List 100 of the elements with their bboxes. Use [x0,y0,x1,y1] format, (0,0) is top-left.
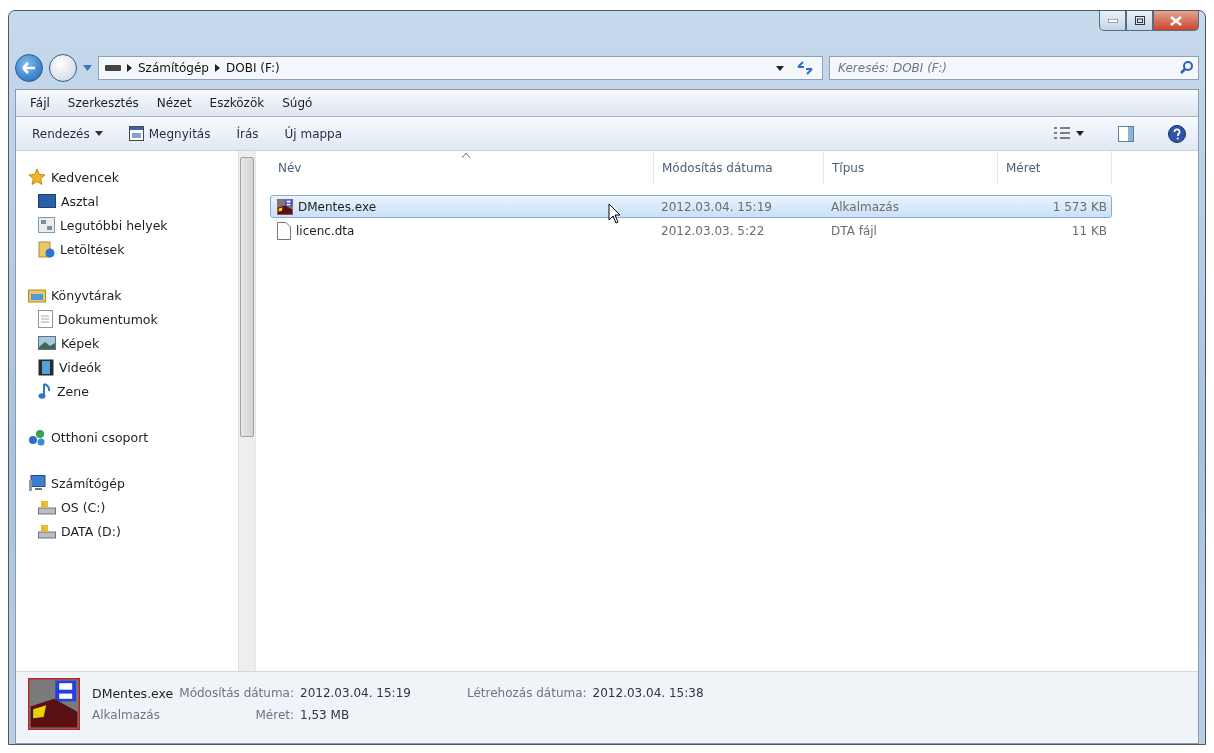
drive-icon [105,65,121,71]
minimize-button[interactable] [1099,11,1126,31]
file-name: DMentes.exe [92,685,174,701]
file-name: DMentes.exe [298,199,377,214]
pane-icon [1118,125,1134,142]
detail-label: Módosítás dátuma: [179,686,294,700]
library-folder-icon [28,287,46,303]
film-icon [38,358,54,376]
document-icon [38,310,53,328]
detail-value: 2012.03.04. 15:19 [300,686,411,700]
nav-label: OS (C:) [61,499,106,515]
search-icon[interactable] [1180,61,1193,74]
nav-label: DATA (D:) [61,523,121,539]
chevron-icon [127,64,132,72]
menu-item[interactable]: Súgó [282,96,313,110]
mouse-pointer-icon [608,203,622,225]
arrow-left-icon [22,62,36,74]
help-icon [1168,124,1186,143]
chevron-icon [214,64,220,72]
nav-item[interactable]: Zene [28,379,238,403]
nav-item[interactable]: DATA (D:) [28,519,238,543]
menu-item[interactable]: Szerkesztés [67,96,139,110]
nav-item[interactable]: Otthoni csoport [28,425,238,449]
computer-icon [28,474,46,492]
drive-icon [38,499,56,515]
maximize-button[interactable] [1126,11,1153,31]
download-folder-icon [38,240,55,258]
toolbar-button[interactable]: Új mappa [284,124,343,143]
type-cell-text: Alkalmazás [830,198,900,216]
minimize-icon [1107,18,1118,23]
nav-label: Kedvencek [51,169,119,185]
detail-label: Létrehozás dátuma: [466,686,587,700]
sort-caret-icon [461,153,470,158]
file-row[interactable]: DMentes.exe 2012.03.04. 15:19 Alkalmazás 1 573 KB [270,195,1112,218]
address-bar[interactable]: Számítógép DOBI (F:) [98,56,823,80]
nav-label: Számítógép [51,475,125,491]
back-button[interactable] [15,54,43,82]
file-row[interactable]: licenc.dta 2012.03.03. 5:22 DTA fájl 11 KB [270,219,1112,242]
nav-item[interactable]: Legutóbbi helyek [28,213,238,237]
file-name: licenc.dta [296,223,355,238]
breadcrumb[interactable]: DOBI (F:) [225,61,280,75]
type-cell-text: DTA fájl [830,222,878,240]
nav-label: Otthoni csoport [51,429,149,445]
open-button[interactable]: Megnyitás [128,124,211,143]
star-icon [28,168,46,186]
detail-value: 2012.03.04. 15:38 [592,686,704,700]
menu-item[interactable]: Eszközök [209,96,265,110]
app-icon [277,198,293,215]
detail-value: 1,53 MB [300,708,351,722]
menu-item[interactable]: Fájl [30,96,50,110]
date-cell-text: 2012.03.03. 5:22 [660,222,766,240]
music-note-icon [38,382,52,400]
network-icon [28,428,46,446]
nav-label: Letöltések [60,241,125,257]
caret-icon [94,131,103,136]
folder-list-icon [38,217,55,233]
column-header[interactable]: Méret [998,151,1112,185]
nav-item[interactable]: Számítógép [28,471,238,495]
nav-item[interactable]: Kedvencek [28,165,238,189]
menu-item[interactable]: Nézet [156,96,192,110]
caret-icon [1076,131,1084,136]
breadcrumb[interactable]: Számítógép [138,61,209,75]
nav-item[interactable]: Letöltések [28,237,238,261]
dropdown-icon[interactable] [83,65,92,71]
forward-button[interactable] [49,54,77,82]
drive-icon [38,523,56,539]
picture-icon [38,336,56,350]
nav-label: Zene [57,383,89,399]
nav-item[interactable]: Könyvtárak [28,283,238,307]
size-cell-text: 11 KB [1070,222,1108,240]
help-button[interactable] [1168,124,1186,143]
window-icon [128,126,144,141]
list-view-icon [1054,127,1070,140]
column-header[interactable]: Típus [824,151,998,185]
view-options-button[interactable] [1054,127,1084,140]
size-cell-text: 1 573 KB [1051,198,1108,216]
maximize-icon [1134,16,1145,25]
nav-label: Legutóbbi helyek [60,217,168,233]
nav-item[interactable]: Asztal [28,189,238,213]
close-button[interactable] [1153,11,1199,31]
organize-button[interactable]: Rendezés [32,124,103,143]
preview-pane-button[interactable] [1118,125,1134,142]
caret-icon[interactable] [776,65,784,71]
column-header[interactable]: Név [270,151,654,185]
file-type: Alkalmazás [92,708,161,722]
nav-item[interactable]: OS (C:) [28,495,238,519]
app-icon [28,678,80,730]
close-icon [1170,15,1182,26]
nav-item[interactable]: Képek [28,331,238,355]
nav-label: Videók [59,359,102,375]
column-header[interactable]: Módosítás dátuma [654,151,824,185]
scrollbar[interactable] [238,151,255,671]
search-field[interactable]: Keresés: DOBI (F:) [829,56,1199,80]
nav-item[interactable]: Videók [28,355,238,379]
nav-label: Képek [61,335,100,351]
toolbar-button[interactable]: Írás [236,124,259,143]
date-cell-text: 2012.03.04. 15:19 [660,198,773,216]
nav-item[interactable]: Dokumentumok [28,307,238,331]
refresh-icon[interactable] [796,61,814,75]
file-icon [277,221,291,240]
